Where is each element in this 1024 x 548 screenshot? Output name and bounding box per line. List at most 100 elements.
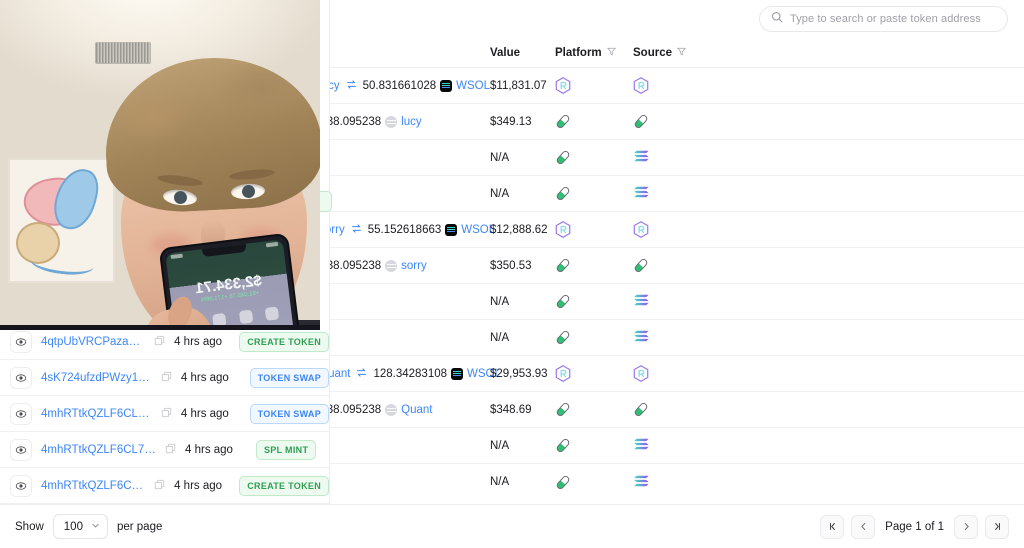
cell-source: [633, 474, 649, 491]
cell-platform: [555, 113, 633, 130]
platform4p80f-pumpfun-icon[interactable]: [555, 437, 571, 454]
source79gs8-pumpfun-icon[interactable]: [633, 257, 649, 274]
first-page-button[interactable]: [820, 514, 845, 539]
platform5sqy6-pumpfun-icon[interactable]: [555, 293, 571, 310]
wsol-token-icon: [445, 223, 458, 236]
token-out-name[interactable]: sorry: [401, 260, 427, 272]
preview-eye-button[interactable]: [10, 402, 32, 425]
cell-source: [633, 149, 649, 166]
preview-eye-button[interactable]: [10, 366, 32, 389]
amount-out-value: 50.831661028: [362, 79, 437, 92]
sourceg8w5v-solana-icon[interactable]: [633, 474, 649, 491]
platformfkzzt-raydium-icon[interactable]: [555, 77, 571, 94]
search-icon: [771, 10, 783, 28]
cell-value: $348.69: [490, 403, 532, 416]
cell-platform: [555, 401, 633, 418]
cell-platform: [555, 437, 633, 454]
column-header-platform[interactable]: Platform: [555, 47, 633, 59]
cell-platform: [555, 257, 633, 274]
platformat3xz-pumpfun-icon[interactable]: [555, 185, 571, 202]
token-avatar-icon: [385, 115, 398, 128]
platform7594s-pumpfun-icon[interactable]: [555, 474, 571, 491]
sourcefyrjd-solana-icon[interactable]: [633, 329, 649, 346]
search-input[interactable]: Type to search or paste token address: [759, 6, 1008, 32]
column-header-value[interactable]: Value: [490, 47, 555, 59]
sourcefx751-solana-icon[interactable]: [633, 149, 649, 166]
column-label: Value: [490, 46, 521, 59]
token-out-name[interactable]: Quant: [401, 404, 432, 416]
sourcesh2tn-solana-icon[interactable]: [633, 437, 649, 454]
copy-address-button[interactable]: [161, 369, 172, 387]
platformrgzkz-pumpfun-icon[interactable]: [555, 401, 571, 418]
sourcezg6ks-solana-icon[interactable]: [633, 185, 649, 202]
preview-eye-button[interactable]: [10, 474, 32, 497]
per-page-select[interactable]: 100: [52, 514, 108, 539]
preview-eye-button[interactable]: [10, 438, 32, 461]
transaction-time: 4 hrs ago: [174, 335, 223, 348]
per-page-label: per page: [116, 520, 163, 533]
wall-painting: [8, 158, 115, 283]
list-item[interactable]: 4mhRTtkQZLF6CL7j... 4 hrs ago CREATE TOKEN: [0, 468, 329, 504]
list-item[interactable]: 4sK724ufzdPWzy1Y... 4 hrs ago TOKEN SWAP: [0, 360, 329, 396]
platformkyd6l-raydium-icon[interactable]: [555, 365, 571, 382]
preview-eye-button[interactable]: [10, 330, 32, 353]
platform8007n-pumpfun-icon[interactable]: [555, 149, 571, 166]
cell-value: N/A: [490, 331, 510, 344]
previous-page-button[interactable]: [851, 514, 876, 539]
list-item[interactable]: 4mhRTtkQZLF6CL7j... 4 hrs ago SPL MINT: [0, 432, 329, 468]
person: $2,334.71 +$1,045.78 +171.86%: [101, 52, 320, 325]
platformzrnqx-pumpfun-icon[interactable]: [555, 113, 571, 130]
platformbjaou-pumpfun-icon[interactable]: [555, 257, 571, 274]
transaction-signature[interactable]: 4mhRTtkQZLF6CL7j...: [41, 408, 152, 420]
cell-platform: [555, 365, 633, 382]
source50mao-raydium-icon[interactable]: [633, 221, 649, 238]
show-label: Show: [15, 520, 44, 533]
last-page-button[interactable]: [985, 514, 1009, 539]
transaction-type-tag: CREATE TOKEN: [239, 475, 329, 496]
transaction-time: 4 hrs ago: [174, 479, 223, 492]
cell-source: [633, 221, 649, 238]
swap-arrows-icon: [346, 79, 357, 93]
cell-platform: [555, 221, 633, 238]
transaction-signature[interactable]: 4qtpUbVRCPazaCRZ...: [41, 336, 145, 348]
token-out-name[interactable]: WSOL: [456, 80, 490, 92]
copy-address-button[interactable]: [154, 477, 165, 495]
copy-address-button[interactable]: [154, 333, 165, 351]
cell-platform: [555, 77, 633, 94]
filter-icon[interactable]: [606, 47, 616, 59]
cell-platform: [555, 474, 633, 491]
copy-address-button[interactable]: [165, 441, 176, 459]
token-out-name[interactable]: lucy: [401, 116, 421, 128]
cell-source: [633, 329, 649, 346]
transaction-type-tag: TOKEN SWAP: [249, 403, 329, 424]
list-item[interactable]: 4mhRTtkQZLF6CL7j... 4 hrs ago TOKEN SWAP: [0, 396, 329, 432]
transaction-time: 4 hrs ago: [180, 371, 229, 384]
cell-value: N/A: [490, 295, 510, 308]
cell-source: [633, 293, 649, 310]
sourceme8ye-raydium-icon[interactable]: [633, 365, 649, 382]
source2gdu0-solana-icon[interactable]: [633, 293, 649, 310]
column-header-source[interactable]: Source: [633, 47, 687, 59]
cell-platform: [555, 293, 633, 310]
cell-platform: [555, 149, 633, 166]
source03tth-raydium-icon[interactable]: [633, 77, 649, 94]
copy-address-button[interactable]: [161, 405, 172, 423]
sourcepfwbz-pumpfun-icon[interactable]: [633, 401, 649, 418]
transaction-signature[interactable]: 4sK724ufzdPWzy1Y...: [41, 372, 152, 384]
cell-platform: [555, 185, 633, 202]
webcam-video-overlay[interactable]: $2,334.71 +$1,045.78 +171.86%: [0, 0, 320, 330]
transaction-signature[interactable]: 4mhRTtkQZLF6CL7j...: [41, 444, 156, 456]
sourcekozqn-pumpfun-icon[interactable]: [633, 113, 649, 130]
next-page-button[interactable]: [954, 514, 978, 539]
cell-source: [633, 437, 649, 454]
transaction-signature[interactable]: 4mhRTtkQZLF6CL7j...: [41, 480, 145, 492]
swap-arrows-icon: [351, 223, 362, 237]
platformhpwca-pumpfun-icon[interactable]: [555, 329, 571, 346]
occluded-tag-badge: [318, 191, 332, 212]
swap-arrows-icon: [356, 367, 367, 381]
cell-value: $12,888.62: [490, 223, 548, 236]
cell-value: N/A: [490, 187, 510, 200]
platformlywhb-raydium-icon[interactable]: [555, 221, 571, 238]
cell-value: N/A: [490, 439, 510, 452]
filter-icon[interactable]: [676, 47, 687, 59]
